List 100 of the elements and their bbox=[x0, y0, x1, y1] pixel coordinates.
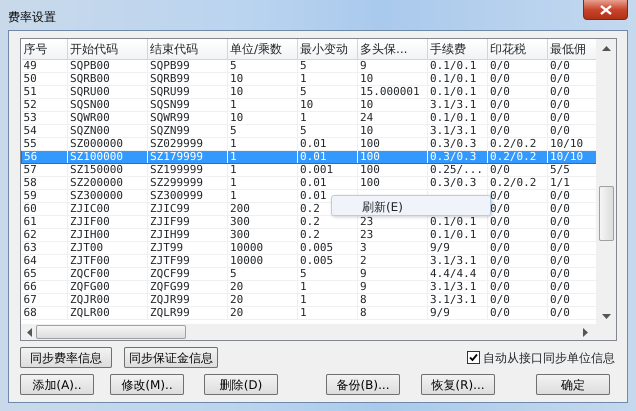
table-cell: 10 bbox=[230, 84, 244, 98]
column-header[interactable]: 最小变动 bbox=[298, 39, 358, 59]
table-cell: ZJIH99 bbox=[150, 228, 190, 240]
menu-item[interactable]: 刷新(E) bbox=[362, 200, 403, 214]
table-cell: 10/10 bbox=[550, 136, 584, 150]
column-header[interactable]: 多头保... bbox=[358, 39, 428, 59]
table-cell: 1 bbox=[300, 72, 307, 84]
table-cell: 10 bbox=[360, 72, 374, 84]
table-cell: SZ199999 bbox=[150, 162, 203, 176]
delete-button[interactable]: 删除(D) bbox=[204, 374, 278, 395]
checkbox-label: 自动从接口同步单位信息 bbox=[483, 350, 615, 366]
table-cell: 8 bbox=[360, 306, 367, 318]
table-cell: SQSN99 bbox=[150, 98, 190, 110]
table-cell: 20 bbox=[230, 292, 244, 306]
table-cell: 0.1/0.1 bbox=[430, 72, 476, 84]
table-cell: 1 bbox=[230, 98, 237, 110]
table-cell: 0.1/0.1 bbox=[430, 84, 476, 98]
column-header[interactable]: 开始代码 bbox=[68, 39, 148, 59]
table-cell: 4.4/4.4 bbox=[430, 266, 476, 280]
ok-button[interactable]: 确定 bbox=[536, 374, 610, 395]
table-cell: 0.2 bbox=[300, 214, 320, 228]
table-cell: 53 bbox=[24, 110, 37, 124]
vertical-scrollbar[interactable] bbox=[596, 39, 616, 324]
table-cell: 1 bbox=[300, 110, 307, 124]
table-cell: SQRU00 bbox=[70, 84, 110, 98]
table-cell: SZ200000 bbox=[70, 176, 123, 188]
table-cell: SQRB00 bbox=[70, 72, 110, 84]
column-header[interactable]: 手续费 bbox=[428, 39, 488, 59]
scroll-left-icon[interactable] bbox=[27, 328, 32, 336]
check-icon bbox=[469, 353, 478, 362]
table-cell: ZQCF00 bbox=[70, 266, 110, 280]
table-cell: 50 bbox=[24, 72, 37, 84]
restore-button[interactable]: 恢复(R)... bbox=[421, 374, 495, 395]
table-cell: ZJIC99 bbox=[150, 202, 190, 214]
table-cell: 0.005 bbox=[300, 254, 334, 266]
table-cell: 10 bbox=[360, 98, 374, 110]
edit-button[interactable]: 修改(M).. bbox=[110, 374, 184, 395]
table-cell: 5 bbox=[300, 58, 307, 72]
add-button[interactable]: 添加(A).. bbox=[20, 374, 94, 395]
table-cell: ZJT00 bbox=[70, 240, 104, 254]
table-cell: ZQLR99 bbox=[150, 306, 190, 318]
table-cell: 9/9 bbox=[430, 240, 450, 254]
table-cell: 0/0 bbox=[490, 124, 510, 136]
table-cell: 56 bbox=[24, 150, 38, 162]
table-cell: 64 bbox=[24, 254, 37, 266]
backup-button[interactable]: 备份(B)... bbox=[326, 374, 400, 395]
scroll-up-icon[interactable] bbox=[602, 46, 610, 51]
checkbox[interactable] bbox=[467, 351, 480, 364]
table-cell: 0.2/0.2 bbox=[490, 150, 536, 162]
table-cell: 0/0 bbox=[490, 188, 510, 202]
scroll-thumb[interactable] bbox=[598, 186, 614, 241]
table-cell: ZQCF99 bbox=[150, 266, 190, 280]
column-header[interactable]: 单位/乘数 bbox=[228, 39, 298, 59]
column-header[interactable]: 最低佣 bbox=[548, 39, 596, 59]
table-cell: ZQFG99 bbox=[150, 280, 190, 292]
column-header[interactable]: 序号 bbox=[22, 39, 68, 59]
table-cell: 0.1/0.1 bbox=[430, 58, 476, 72]
table-cell: 0.01 bbox=[300, 150, 326, 162]
table-cell: 0/0 bbox=[550, 214, 570, 228]
sync-button[interactable]: 同步保证金信息 bbox=[124, 347, 218, 368]
table-cell: 0/0 bbox=[550, 72, 570, 84]
column-header[interactable]: 结束代码 bbox=[148, 39, 228, 59]
close-icon bbox=[600, 4, 612, 14]
table-cell: 9 bbox=[360, 58, 367, 72]
table-cell: 60 bbox=[24, 202, 37, 214]
table-cell: 0/0 bbox=[550, 202, 570, 214]
table-cell: 0/0 bbox=[550, 254, 570, 266]
table-cell: 3.1/3.1 bbox=[430, 254, 476, 266]
scroll-thumb[interactable] bbox=[36, 325, 186, 339]
table-cell: 5 bbox=[230, 266, 237, 280]
table-cell: 61 bbox=[24, 214, 37, 228]
column-header[interactable]: 印花税 bbox=[488, 39, 548, 59]
table-cell: 0/0 bbox=[490, 214, 510, 228]
table-cell: SZ179999 bbox=[150, 150, 203, 162]
sync-button[interactable]: 同步费率信息 bbox=[20, 347, 112, 368]
table-cell: 59 bbox=[24, 188, 37, 202]
table-cell: 1/1 bbox=[550, 176, 570, 188]
table-cell: 0/0 bbox=[490, 280, 510, 292]
table-cell: 200 bbox=[230, 202, 250, 214]
close-button[interactable] bbox=[583, 0, 628, 20]
horizontal-scrollbar[interactable] bbox=[21, 324, 616, 340]
table-cell: ZJIH00 bbox=[70, 228, 110, 240]
scroll-down-icon[interactable] bbox=[602, 314, 610, 319]
table-cell: 10 bbox=[230, 110, 244, 124]
table-cell: 100 bbox=[360, 136, 380, 150]
table-cell: 1 bbox=[300, 306, 307, 318]
table-cell: 49 bbox=[24, 58, 37, 72]
table-cell: 68 bbox=[24, 306, 37, 318]
table-cell: 0.3/0.3 bbox=[430, 176, 476, 188]
table-cell: SZ150000 bbox=[70, 162, 123, 176]
table-cell: SQPB00 bbox=[70, 58, 110, 72]
table-cell: 5 bbox=[300, 84, 307, 98]
scroll-right-icon[interactable] bbox=[583, 328, 588, 336]
table-cell: 24 bbox=[360, 110, 374, 124]
table-cell: 100 bbox=[360, 150, 380, 162]
table-cell: SQSN00 bbox=[70, 98, 110, 110]
table-cell: 52 bbox=[24, 98, 37, 110]
table-cell: 0/0 bbox=[550, 124, 570, 136]
table-cell: 62 bbox=[24, 228, 37, 240]
table-cell: 51 bbox=[24, 84, 37, 98]
